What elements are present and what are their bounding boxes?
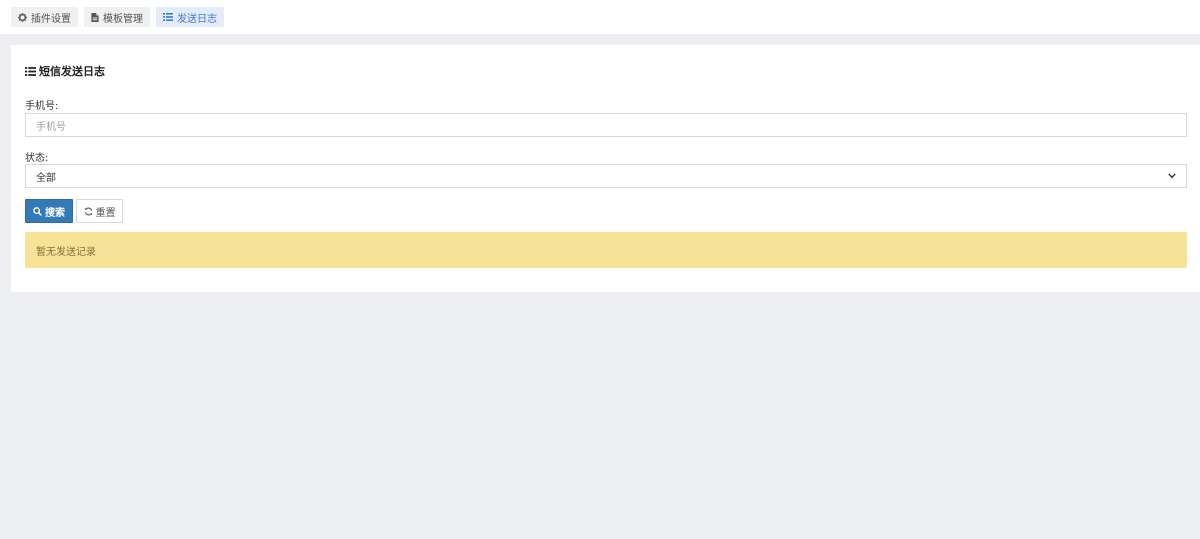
tab-label: 发送日志 (177, 13, 217, 25)
tab-label: 插件设置 (31, 13, 71, 25)
alert-message: 暂无发送记录 (36, 246, 96, 258)
reset-button-label: 重置 (95, 207, 116, 219)
top-tab-bar: 插件设置 模板管理 发送日志 (0, 0, 1200, 34)
status-label: 状态: (25, 153, 49, 164)
phone-input[interactable]: 手机号 (25, 113, 1187, 137)
chevron-down-icon (1168, 173, 1176, 179)
sms-log-panel: 短信发送日志 手机号: 手机号 状态: 全部 搜索 重置 暂无发送记录 (11, 45, 1200, 292)
refresh-icon (83, 207, 93, 216)
gear-icon (18, 12, 27, 22)
file-icon (91, 12, 99, 22)
phone-placeholder: 手机号 (36, 121, 66, 133)
tab-send-log[interactable]: 发送日志 (156, 7, 224, 27)
tab-plugin-settings[interactable]: 插件设置 (11, 7, 78, 27)
search-button-label: 搜索 (45, 207, 65, 219)
panel-title-text: 短信发送日志 (39, 65, 105, 78)
list-icon (163, 13, 173, 21)
search-button[interactable]: 搜索 (25, 199, 73, 223)
phone-label: 手机号: (25, 101, 59, 112)
list-icon (25, 66, 36, 76)
panel-title: 短信发送日志 (25, 63, 105, 79)
reset-button[interactable]: 重置 (76, 199, 123, 223)
search-icon (33, 206, 42, 216)
tab-template-management[interactable]: 模板管理 (84, 7, 150, 27)
status-selected-value: 全部 (36, 172, 56, 184)
empty-state-alert: 暂无发送记录 (25, 232, 1187, 268)
status-select[interactable]: 全部 (25, 164, 1187, 188)
tab-label: 模板管理 (103, 13, 143, 25)
